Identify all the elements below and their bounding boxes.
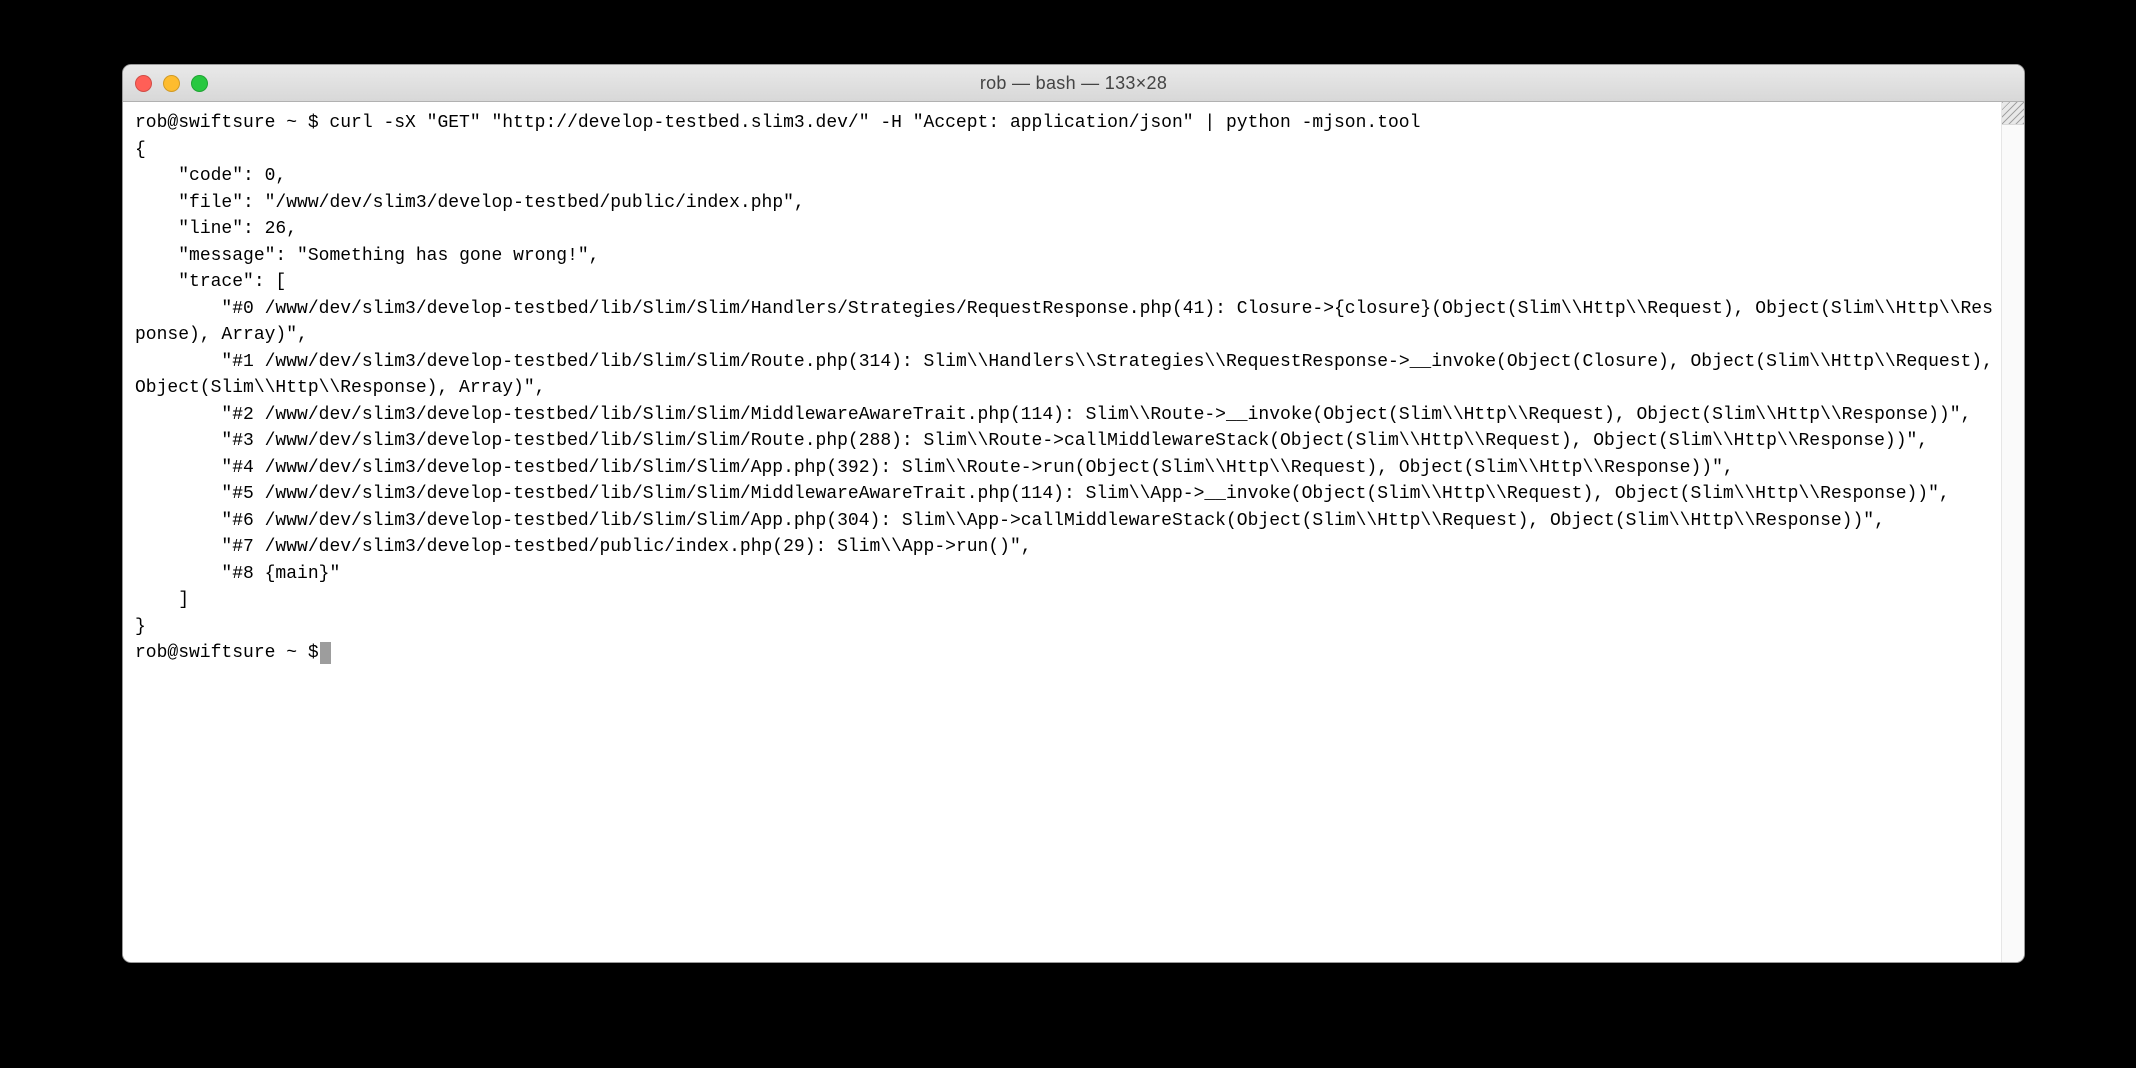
window-title: rob — bash — 133×28: [123, 73, 2024, 94]
close-icon[interactable]: [135, 75, 152, 92]
cursor-icon: [320, 642, 331, 664]
traffic-lights: [135, 65, 208, 101]
terminal-command-line: rob@swiftsure ~ $ curl -sX "GET" "http:/…: [135, 110, 1999, 137]
window-content: rob@swiftsure ~ $ curl -sX "GET" "http:/…: [123, 102, 2024, 962]
terminal-window: rob — bash — 133×28 rob@swiftsure ~ $ cu…: [122, 64, 2025, 963]
minimize-icon[interactable]: [163, 75, 180, 92]
zoom-icon[interactable]: [191, 75, 208, 92]
terminal-prompt: rob@swiftsure ~ $: [135, 640, 1999, 667]
window-titlebar[interactable]: rob — bash — 133×28: [123, 65, 2024, 102]
scroll-hatched-icon: [2002, 102, 2024, 125]
terminal-prompt-text: rob@swiftsure ~ $: [135, 640, 319, 667]
scrollbar-track[interactable]: [2001, 102, 2024, 962]
terminal-surface[interactable]: rob@swiftsure ~ $ curl -sX "GET" "http:/…: [123, 102, 2001, 962]
terminal-output: { "code": 0, "file": "/www/dev/slim3/dev…: [135, 137, 1999, 641]
